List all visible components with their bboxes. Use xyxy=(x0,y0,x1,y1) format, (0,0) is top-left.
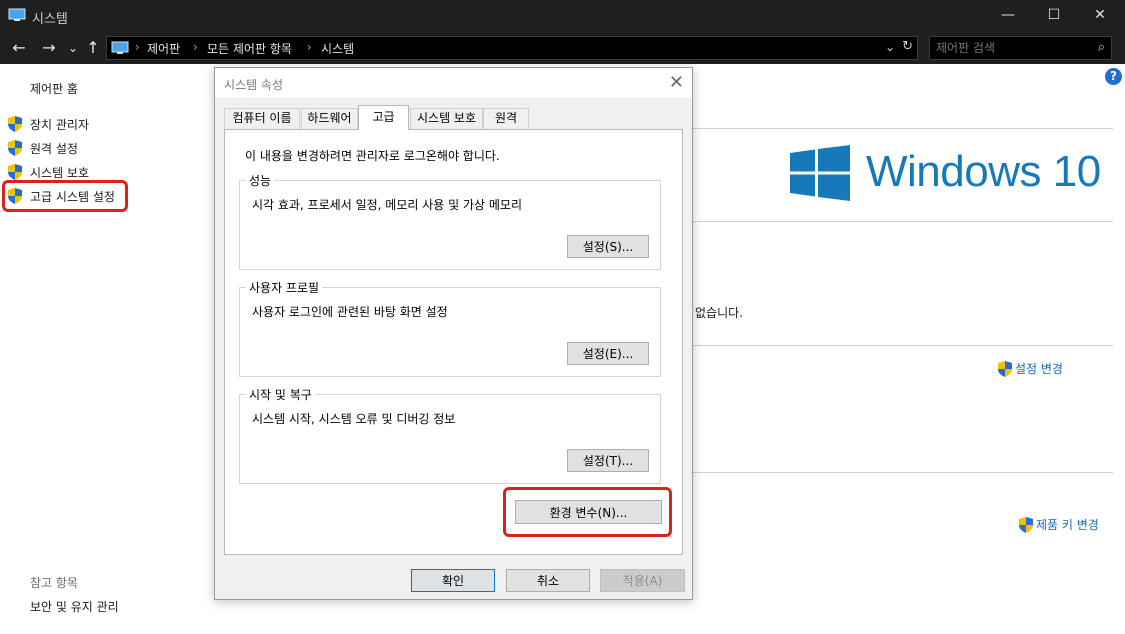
uac-shield-icon xyxy=(8,164,22,180)
minimize-button[interactable]: — xyxy=(985,0,1031,32)
system-monitor-icon xyxy=(111,41,129,54)
breadcrumb-separator: › xyxy=(135,40,140,54)
maximize-button[interactable]: ☐ xyxy=(1031,0,1077,32)
divider xyxy=(692,128,1113,129)
ok-button[interactable]: 확인 xyxy=(411,569,495,592)
advanced-tab-panel: 이 내용을 변경하려면 관리자로 로그온해야 합니다. 성능 시각 효과, 프로… xyxy=(224,129,683,555)
sidebar-item-label: 원격 설정 xyxy=(30,142,78,156)
navigation-bar: ← → ⌄ ↑ › 제어판 › 모든 제어판 항목 › 시스템 ⌄ ↻ ⌕ xyxy=(0,32,1125,64)
dialog-close-icon[interactable]: ✕ xyxy=(669,72,684,93)
startup-recovery-group: 시작 및 복구 시스템 시작, 시스템 오류 및 디버깅 정보 설정(T)... xyxy=(239,386,661,484)
tab-remote[interactable]: 원격 xyxy=(483,108,529,129)
change-product-key-link[interactable]: 제품 키 변경 xyxy=(1019,516,1109,534)
window-title: 시스템 xyxy=(32,12,68,27)
see-also-heading: 참고 항목 xyxy=(30,576,78,590)
tab-hardware[interactable]: 하드웨어 xyxy=(301,108,358,129)
group-title: 사용자 프로필 xyxy=(246,279,323,296)
group-description: 시스템 시작, 시스템 오류 및 디버깅 정보 xyxy=(252,412,456,426)
group-description: 사용자 로그인에 관련된 바탕 화면 설정 xyxy=(252,305,448,319)
security-maintenance-link[interactable]: 보안 및 유지 관리 xyxy=(30,598,119,615)
admin-note: 이 내용을 변경하려면 관리자로 로그온해야 합니다. xyxy=(245,149,500,163)
cancel-button[interactable]: 취소 xyxy=(506,569,590,592)
user-profile-settings-button[interactable]: 설정(E)... xyxy=(567,342,649,365)
partial-status-text: 없습니다. xyxy=(695,306,743,320)
recent-locations-chevron-icon[interactable]: ⌄ xyxy=(62,37,84,59)
dialog-title: 시스템 속성 xyxy=(224,78,284,92)
uac-shield-icon xyxy=(1019,517,1033,533)
address-dropdown-chevron-icon[interactable]: ⌄ xyxy=(885,40,895,54)
startup-recovery-settings-button[interactable]: 설정(T)... xyxy=(567,449,649,472)
address-bar[interactable]: › 제어판 › 모든 제어판 항목 › 시스템 ⌄ ↻ xyxy=(106,36,918,60)
change-settings-link[interactable]: 설정 변경 xyxy=(998,360,1078,378)
group-description: 시각 효과, 프로세서 일정, 메모리 사용 및 가상 메모리 xyxy=(252,198,522,212)
uac-shield-icon xyxy=(8,116,22,132)
divider xyxy=(692,345,1113,346)
refresh-icon[interactable]: ↻ xyxy=(902,39,913,54)
change-settings-label: 설정 변경 xyxy=(1015,362,1063,376)
uac-shield-icon xyxy=(998,361,1012,377)
close-button[interactable]: ✕ xyxy=(1077,0,1123,32)
divider xyxy=(692,472,1113,473)
control-panel-home-link[interactable]: 제어판 홈 xyxy=(30,80,78,97)
forward-arrow-icon[interactable]: → xyxy=(38,37,60,59)
system-monitor-icon xyxy=(8,8,26,21)
tab-system-protection[interactable]: 시스템 보호 xyxy=(410,108,483,129)
title-bar: 시스템 — ☐ ✕ xyxy=(0,0,1125,32)
help-icon[interactable]: ? xyxy=(1105,68,1122,85)
divider xyxy=(692,221,1113,222)
performance-group: 성능 시각 효과, 프로세서 일정, 메모리 사용 및 가상 메모리 설정(S)… xyxy=(239,172,661,270)
tab-computer-name[interactable]: 컴퓨터 이름 xyxy=(224,108,300,129)
group-title: 시작 및 복구 xyxy=(246,386,315,403)
search-input[interactable] xyxy=(936,40,1086,56)
change-product-key-label: 제품 키 변경 xyxy=(1036,518,1099,532)
highlight-box xyxy=(2,180,128,212)
uac-shield-icon xyxy=(8,140,22,156)
breadcrumb-all-items[interactable]: 모든 제어판 항목 xyxy=(207,40,292,57)
breadcrumb-control-panel[interactable]: 제어판 xyxy=(147,40,180,57)
apply-button[interactable]: 적용(A) xyxy=(600,569,685,592)
group-title: 성능 xyxy=(246,172,275,189)
breadcrumb-separator[interactable]: › xyxy=(307,40,312,54)
dialog-title-bar[interactable]: 시스템 속성 ✕ xyxy=(215,68,692,98)
left-nav-pane: 제어판 홈 장치 관리자 원격 설정 시스템 보호 고급 시스템 설정 참고 항… xyxy=(0,64,220,634)
breadcrumb-system[interactable]: 시스템 xyxy=(321,40,354,57)
up-arrow-icon[interactable]: ↑ xyxy=(82,37,104,59)
breadcrumb-separator[interactable]: › xyxy=(193,40,198,54)
performance-settings-button[interactable]: 설정(S)... xyxy=(567,235,649,258)
highlight-box xyxy=(503,487,672,537)
sidebar-item-label: 장치 관리자 xyxy=(30,118,90,132)
windows-logo-icon xyxy=(790,145,850,201)
back-arrow-icon[interactable]: ← xyxy=(8,37,30,59)
search-icon[interactable]: ⌕ xyxy=(1098,40,1105,55)
search-box[interactable]: ⌕ xyxy=(929,36,1112,60)
sidebar-item-label: 시스템 보호 xyxy=(30,166,90,180)
user-profile-group: 사용자 프로필 사용자 로그인에 관련된 바탕 화면 설정 설정(E)... xyxy=(239,279,661,377)
system-properties-dialog: 시스템 속성 ✕ 컴퓨터 이름 하드웨어 고급 시스템 보호 원격 이 내용을 … xyxy=(214,67,693,600)
windows-10-logo-text: Windows 10 xyxy=(866,147,1101,196)
tab-advanced[interactable]: 고급 xyxy=(358,105,409,130)
